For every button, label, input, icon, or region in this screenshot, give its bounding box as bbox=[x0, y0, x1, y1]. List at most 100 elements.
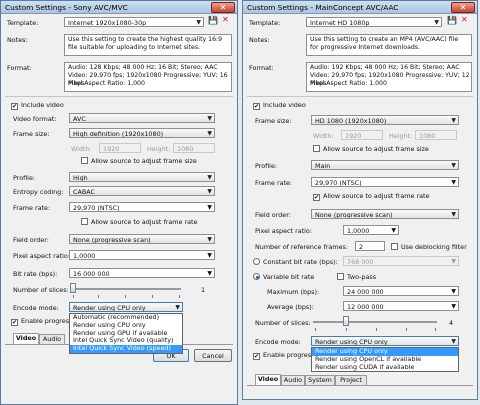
allow-frame-rate-checkbox[interactable]: Allow source to adjust frame rate bbox=[81, 218, 197, 226]
save-icon[interactable]: 💾 bbox=[208, 16, 218, 26]
max-field[interactable]: 24 000 000 ▼ bbox=[343, 286, 459, 296]
encode-option-highlighted[interactable]: Intel Quick Sync Video (speed) bbox=[70, 344, 182, 353]
tab-audio[interactable]: Audio bbox=[39, 334, 65, 344]
tab-system[interactable]: System bbox=[305, 375, 335, 385]
close-button[interactable]: ✕ bbox=[211, 2, 235, 13]
chevron-down-icon: ▼ bbox=[207, 236, 212, 243]
deblocking-checkbox[interactable]: Use deblocking filter bbox=[391, 243, 467, 251]
cbr-radio[interactable]: Constant bit rate (bps): bbox=[253, 258, 338, 266]
allow-frame-rate-checkbox[interactable]: ✔ Allow source to adjust frame rate bbox=[313, 192, 429, 201]
tab-video[interactable]: Video bbox=[13, 333, 39, 344]
frame-rate-value: 29,970 (NTSC) bbox=[73, 204, 120, 212]
video-format-select[interactable]: AVC ▼ bbox=[69, 113, 215, 123]
encode-mode-select[interactable]: Render using CPU only ▼ bbox=[69, 302, 183, 312]
two-pass-checkbox[interactable]: Two-pass bbox=[337, 273, 376, 281]
par-label: Pixel aspect ratio: bbox=[255, 227, 312, 235]
profile-select[interactable]: High ▼ bbox=[69, 172, 215, 182]
tab-project[interactable]: Project bbox=[335, 375, 367, 385]
width-field[interactable]: 1920 bbox=[341, 130, 383, 140]
frame-size-select[interactable]: HD 1080 (1920x1080) ▼ bbox=[311, 115, 459, 125]
include-video-checkbox[interactable]: ✔ Include video bbox=[253, 101, 306, 110]
cancel-button[interactable]: Cancel bbox=[194, 349, 232, 362]
dialog-body: Template: Internet 1920x1080-30p ▼ 💾 ✕ N… bbox=[1, 14, 237, 404]
frame-size-select[interactable]: High definition (1920x1080) ▼ bbox=[69, 128, 215, 138]
allow-frame-size-label: Allow source to adjust frame size bbox=[91, 157, 197, 165]
checkmark-icon: ✔ bbox=[11, 103, 18, 110]
tab-audio[interactable]: Audio bbox=[281, 375, 305, 385]
encode-option[interactable]: Render using CUDA if available bbox=[312, 363, 458, 372]
checkmark-icon: ✔ bbox=[313, 194, 320, 201]
enable-progressive-checkbox[interactable]: ✔ Enable progressi bbox=[253, 351, 316, 360]
checkbox-icon bbox=[81, 218, 88, 225]
frame-rate-combo[interactable]: 29,970 (NTSC) ▼ bbox=[69, 202, 215, 212]
allow-frame-rate-label: Allow source to adjust frame rate bbox=[323, 192, 430, 200]
frame-rate-combo[interactable]: 29,970 (NTSC) ▼ bbox=[311, 177, 459, 187]
encode-mode-label: Encode mode: bbox=[13, 304, 59, 312]
par-value: 1,0000 bbox=[347, 227, 370, 235]
slider-tick bbox=[152, 295, 153, 298]
cbr-label: Constant bit rate (bps): bbox=[263, 258, 338, 266]
checkbox-icon bbox=[337, 273, 344, 280]
ref-frames-field[interactable]: 2 bbox=[355, 241, 385, 251]
slider-tick bbox=[73, 295, 74, 298]
entropy-select[interactable]: CABAC ▼ bbox=[69, 186, 215, 196]
radio-selected-icon bbox=[253, 273, 260, 280]
slices-slider-thumb[interactable] bbox=[343, 316, 349, 326]
field-order-select[interactable]: None (progressive scan) ▼ bbox=[69, 234, 215, 244]
notes-box[interactable]: Use this setting to create an MP4 (AVC/A… bbox=[306, 34, 472, 56]
field-order-value: None (progressive scan) bbox=[73, 236, 151, 244]
slices-slider-track[interactable] bbox=[313, 321, 437, 323]
profile-value: Main bbox=[315, 162, 331, 170]
par-value: 1,0000 bbox=[73, 252, 96, 260]
enable-progressive-label: Enable progressi bbox=[21, 317, 75, 325]
chevron-down-icon: ▼ bbox=[207, 270, 212, 277]
template-select[interactable]: Internet 1920x1080-30p ▼ bbox=[64, 17, 204, 27]
allow-frame-size-checkbox[interactable]: Allow source to adjust frame size bbox=[313, 145, 429, 153]
chevron-down-icon: ▼ bbox=[207, 252, 212, 259]
notes-box[interactable]: Use this setting to create the highest q… bbox=[64, 34, 232, 56]
format-box: Audio: 192 Kbps; 48 000 Hz; 16 Bit; Ster… bbox=[306, 62, 472, 92]
slider-tick bbox=[179, 295, 180, 298]
enable-progressive-checkbox[interactable]: ✔ Enable progressi bbox=[11, 317, 74, 326]
deblocking-label: Use deblocking filter bbox=[401, 243, 467, 251]
bitrate-combo[interactable]: 16 000 000 ▼ bbox=[69, 268, 215, 278]
window-title: Custom Settings - MainConcept AVC/AAC bbox=[247, 3, 399, 12]
save-icon[interactable]: 💾 bbox=[447, 16, 457, 26]
width-field[interactable]: 1920 bbox=[99, 143, 141, 153]
slices-label: Number of slices: bbox=[255, 319, 311, 327]
delete-icon[interactable]: ✕ bbox=[461, 15, 468, 25]
template-select[interactable]: Internet HD 1080p ▼ bbox=[306, 17, 442, 27]
height-field[interactable]: 1080 bbox=[173, 143, 215, 153]
encode-mode-select[interactable]: Render using CPU only ▼ bbox=[311, 336, 459, 346]
allow-frame-size-checkbox[interactable]: Allow source to adjust frame size bbox=[81, 157, 197, 165]
tab-video[interactable]: Video bbox=[255, 374, 281, 385]
slices-slider-thumb[interactable] bbox=[70, 283, 76, 293]
frame-size-value: HD 1080 (1920x1080) bbox=[315, 117, 387, 125]
delete-icon[interactable]: ✕ bbox=[222, 15, 229, 25]
include-video-checkbox[interactable]: ✔ Include video bbox=[11, 101, 64, 110]
avg-field[interactable]: 12 000 000 ▼ bbox=[343, 301, 459, 311]
bitrate-value: 16 000 000 bbox=[73, 270, 110, 278]
par-combo[interactable]: 1,0000 ▼ bbox=[343, 225, 399, 235]
chevron-down-icon: ▼ bbox=[451, 179, 456, 186]
cbr-field[interactable]: 768 000 ▼ bbox=[343, 256, 459, 266]
notes-label: Notes: bbox=[7, 36, 28, 44]
field-order-select[interactable]: None (progressive scan) ▼ bbox=[311, 209, 459, 219]
vbr-radio[interactable]: Variable bit rate bbox=[253, 273, 314, 281]
close-button[interactable]: ✕ bbox=[451, 2, 475, 13]
height-field[interactable]: 1080 bbox=[415, 130, 457, 140]
notes-label: Notes: bbox=[249, 36, 270, 44]
template-value: Internet HD 1080p bbox=[310, 19, 370, 27]
format-label: Format: bbox=[249, 64, 274, 72]
frame-size-label: Frame size: bbox=[255, 117, 292, 125]
slider-tick bbox=[435, 328, 436, 331]
profile-select[interactable]: Main ▼ bbox=[311, 160, 459, 170]
chevron-down-icon: ▼ bbox=[451, 211, 456, 218]
frame-size-label: Frame size: bbox=[13, 130, 50, 138]
format-line-1: Audio: 192 Kbps; 48 000 Hz; 16 Bit; Ster… bbox=[310, 64, 460, 71]
checkbox-icon bbox=[81, 157, 88, 164]
slices-slider-track[interactable] bbox=[71, 288, 181, 290]
par-combo[interactable]: 1,0000 ▼ bbox=[69, 250, 215, 260]
checkbox-icon bbox=[391, 243, 398, 250]
frame-rate-label: Frame rate: bbox=[255, 179, 293, 187]
